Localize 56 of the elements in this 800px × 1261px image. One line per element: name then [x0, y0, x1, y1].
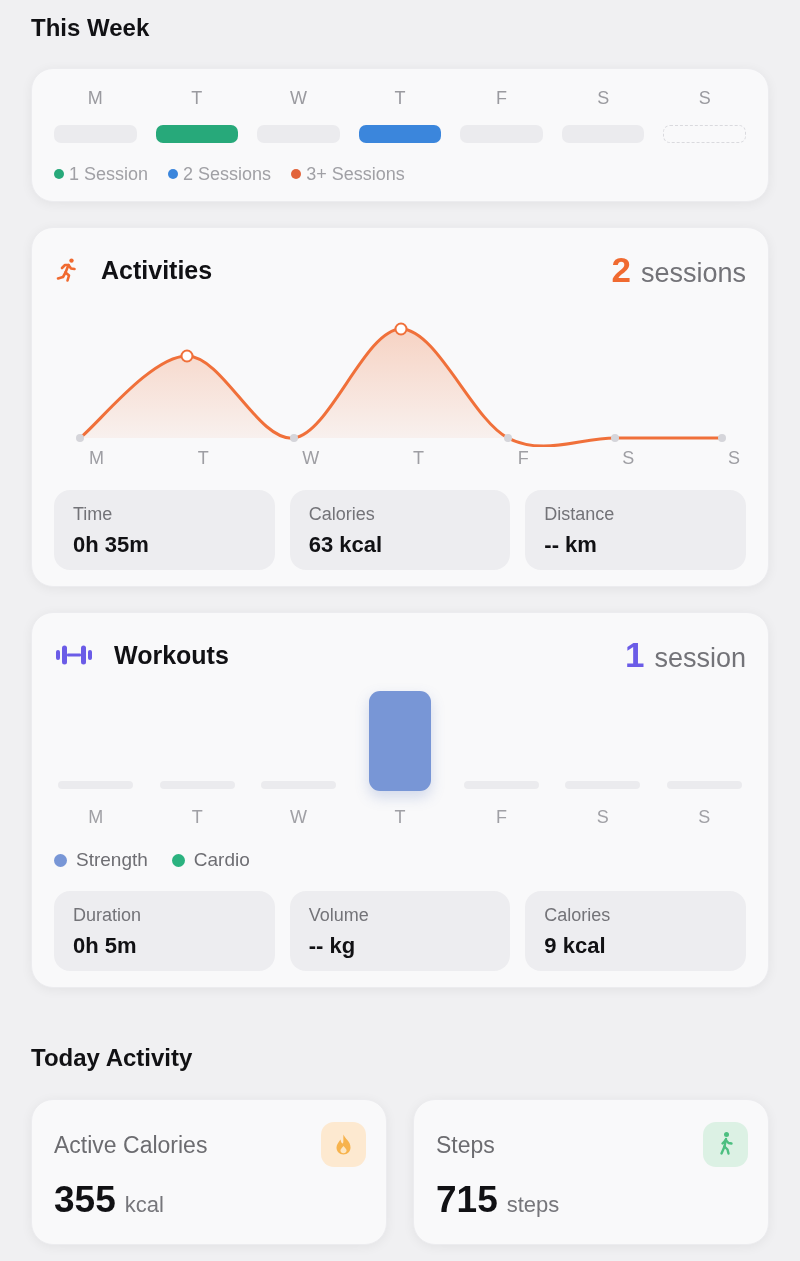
axis-label: S [698, 807, 711, 827]
day-label: T [394, 87, 406, 109]
session-count: 2 [611, 250, 631, 290]
stat-value: 9 kcal [544, 933, 606, 959]
day-label: S [597, 87, 610, 109]
metric-unit: steps [506, 1192, 560, 1218]
dumbbell-icon [56, 645, 92, 665]
day-label: M [87, 87, 103, 109]
legend-label: 2 Sessions [183, 164, 272, 184]
section-title: This Week [31, 14, 150, 42]
day-label: T [191, 87, 203, 109]
flame-icon [321, 1122, 366, 1167]
walking-figure-icon [703, 1122, 748, 1167]
metric-label: Steps [436, 1130, 495, 1159]
axis-label: T [412, 447, 424, 469]
stat-label: Time [73, 504, 113, 524]
stat-value: 0h 5m [73, 933, 137, 959]
stat-value: 0h 35m [73, 532, 149, 558]
axis-label: S [727, 447, 740, 469]
stat-value: -- kg [308, 933, 356, 959]
running-figure-icon [55, 257, 79, 283]
card-title: Activities [101, 255, 213, 285]
stat-value: 63 kcal [308, 532, 383, 558]
metric-unit: kcal [124, 1192, 164, 1218]
day-label: S [698, 87, 711, 109]
axis-label: F [495, 807, 507, 827]
legend-label: 1 Session [69, 164, 149, 184]
section-title: Today Activity [31, 1044, 193, 1072]
axis-label: W [302, 447, 320, 469]
day-label: W [289, 87, 307, 109]
stat-label: Distance [544, 504, 615, 524]
session-unit: session [654, 642, 746, 674]
axis-label: S [622, 447, 635, 469]
stat-label: Calories [308, 504, 375, 524]
axis-label: W [290, 807, 308, 827]
axis-label: M [88, 807, 104, 827]
day-label: F [496, 87, 508, 109]
stat-label: Volume [308, 905, 369, 925]
legend-label: Strength [76, 850, 148, 870]
axis-label: M [89, 447, 104, 469]
axis-label: T [394, 807, 406, 827]
axis-label: S [596, 807, 609, 827]
axis-label: T [197, 447, 209, 469]
session-count: 1 [625, 635, 645, 675]
stat-value: -- km [544, 532, 597, 558]
stat-label: Duration [73, 905, 142, 925]
stat-label: Calories [544, 905, 611, 925]
metric-label: Active Calories [54, 1130, 208, 1159]
card-title: Workouts [114, 640, 229, 670]
axis-label: T [191, 807, 203, 827]
axis-label: F [517, 447, 529, 469]
session-unit: sessions [640, 257, 746, 289]
legend-label: 3+ Sessions [306, 164, 405, 184]
legend-label: Cardio [193, 850, 250, 870]
metric-value: 355 [54, 1178, 116, 1222]
metric-value: 715 [436, 1178, 498, 1222]
